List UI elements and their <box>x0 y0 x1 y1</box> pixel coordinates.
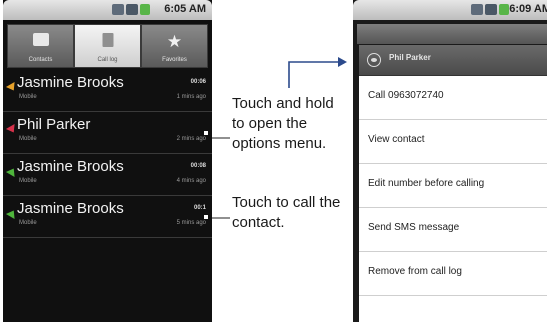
signal-icon <box>485 4 497 15</box>
tab-bar: Contacts Call log ★ Favorites <box>7 24 208 68</box>
tab-label: Contacts <box>28 57 53 63</box>
options-menu-header: Phil Parker <box>359 45 547 76</box>
contact-name: Jasmine Brooks <box>17 200 124 217</box>
callout-marker <box>204 215 208 219</box>
number-type: Mobile <box>19 178 37 184</box>
call-time-ago: 2 mins ago <box>176 136 206 142</box>
contacts-icon <box>32 33 49 46</box>
contact-name: Phil Parker <box>17 116 91 133</box>
contact-name: Jasmine Brooks <box>17 158 124 175</box>
options-menu: Phil Parker Call 0963072740 View contact… <box>359 45 547 322</box>
status-bar: 6:05 AM <box>3 0 212 20</box>
number-type: Mobile <box>19 220 37 226</box>
call-log-entry[interactable]: Phil Parker Mobile 2 mins ago <box>3 112 212 154</box>
number-type: Mobile <box>19 136 37 142</box>
menu-item-label: View contact <box>368 134 425 145</box>
callout-tap-text: Touch to call the contact. <box>232 194 341 231</box>
call-log-icon <box>102 33 113 47</box>
contact-icon <box>367 53 381 67</box>
call-time-ago: 5 mins ago <box>176 220 206 226</box>
call-time-ago: 1 mins ago <box>176 94 206 100</box>
menu-item-view-contact[interactable]: View contact <box>359 120 547 164</box>
menu-item-call[interactable]: Call 0963072740 <box>359 76 547 120</box>
network-icon <box>471 4 483 15</box>
status-bar: 6:09 AM <box>353 0 547 20</box>
number-type: Mobile <box>19 94 37 100</box>
call-log-entry[interactable]: Jasmine Brooks Mobile 00:08 4 mins ago <box>3 154 212 196</box>
call-time-ago: 4 mins ago <box>176 178 206 184</box>
tab-contacts[interactable]: Contacts <box>7 24 74 68</box>
callout-hold-text: Touch and hold to open the options menu. <box>232 95 334 152</box>
menu-item-remove-from-log[interactable]: Remove from call log <box>359 252 547 296</box>
menu-item-label: Remove from call log <box>368 266 462 277</box>
call-duration: 00:06 <box>190 79 206 85</box>
status-icons <box>112 4 150 15</box>
star-icon: ★ <box>166 32 183 51</box>
menu-item-send-sms[interactable]: Send SMS message <box>359 208 547 252</box>
battery-icon <box>140 4 150 15</box>
call-log-entry[interactable]: Jasmine Brooks Mobile 00:1 5 mins ago <box>3 196 212 238</box>
status-time: 6:09 AM <box>509 3 547 15</box>
menu-item-edit-number[interactable]: Edit number before calling <box>359 164 547 208</box>
menu-item-label: Send SMS message <box>368 222 460 233</box>
pointer-arrow-icon <box>338 57 347 67</box>
tab-favorites[interactable]: ★ Favorites <box>141 24 208 68</box>
options-menu-title: Phil Parker <box>389 53 431 62</box>
battery-icon <box>499 4 509 15</box>
callout-marker <box>204 131 208 135</box>
call-duration: 00:08 <box>190 163 206 169</box>
menu-item-label: Edit number before calling <box>368 178 485 189</box>
call-log-entry[interactable]: Jasmine Brooks Mobile 00:06 1 mins ago <box>3 70 212 112</box>
contact-name: Jasmine Brooks <box>17 74 124 91</box>
right-phone-screen: 6:09 AM Phil Parker Call 0963072740 View… <box>353 0 547 322</box>
signal-icon <box>126 4 138 15</box>
dimmed-tab-bar <box>357 24 547 44</box>
status-icons <box>471 4 509 15</box>
call-log-list: Jasmine Brooks Mobile 00:06 1 mins ago P… <box>3 70 212 238</box>
status-time: 6:05 AM <box>164 3 206 15</box>
tab-label: Favorites <box>162 57 187 63</box>
pointer-arrow-line <box>288 61 340 88</box>
tab-call-log[interactable]: Call log <box>74 24 141 68</box>
tab-label: Call log <box>97 57 118 63</box>
left-phone-screen: 6:05 AM Contacts Call log ★ Favorites Ja… <box>3 0 212 322</box>
call-duration: 00:1 <box>193 205 206 211</box>
menu-item-label: Call 0963072740 <box>368 90 444 101</box>
network-icon <box>112 4 124 15</box>
